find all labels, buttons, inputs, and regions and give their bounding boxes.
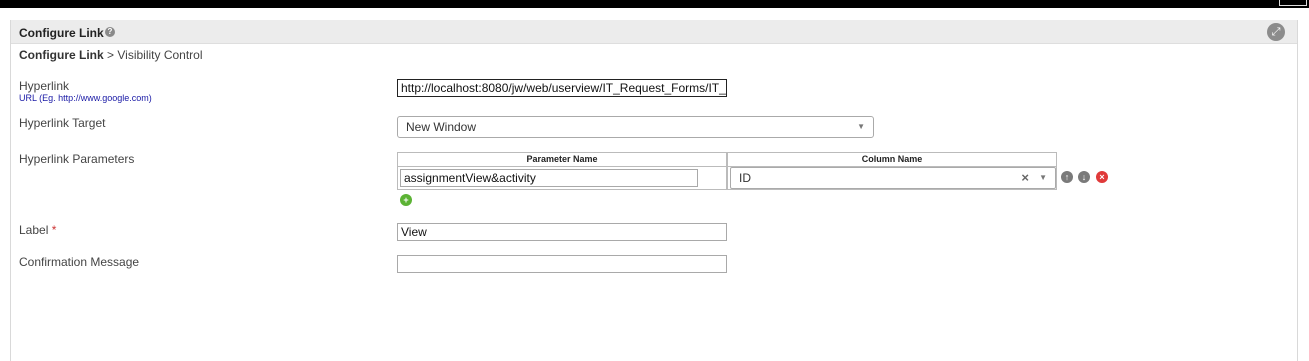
- question-icon[interactable]: ?: [105, 27, 115, 37]
- column-name-value: ID: [739, 171, 751, 185]
- parameter-name-header: Parameter Name: [397, 152, 727, 166]
- plus-circle-icon[interactable]: +: [400, 194, 412, 206]
- label-input[interactable]: View: [397, 223, 727, 241]
- hyperlink-target-select[interactable]: New Window ▼: [397, 116, 874, 138]
- breadcrumb: Configure Link > Visibility Control: [19, 48, 203, 62]
- breadcrumb-current: Configure Link: [19, 48, 104, 62]
- confirmation-message-label: Confirmation Message: [19, 255, 140, 269]
- breadcrumb-separator: >: [107, 48, 115, 62]
- hyperlink-label: Hyperlink: [19, 79, 70, 93]
- parameter-cell: assignmentView&activity: [397, 166, 727, 190]
- parameter-name-input[interactable]: assignmentView&activity: [400, 169, 698, 187]
- panel-title: Configure Link: [19, 26, 104, 40]
- hyperlink-hint: URL (Eg. http://www.google.com): [19, 93, 152, 103]
- hyperlink-input[interactable]: http://localhost:8080/jw/web/userview/IT…: [397, 79, 727, 97]
- configure-link-panel: Configure Link ? ⤢ Configure Link > Visi…: [10, 20, 1298, 361]
- column-name-select[interactable]: ID × ▼: [730, 167, 1056, 189]
- label-field-label: Label *: [19, 223, 56, 237]
- hyperlink-target-label: Hyperlink Target: [19, 116, 106, 130]
- label-field-text: Label: [19, 223, 49, 237]
- chevron-down-icon: ▼: [1039, 173, 1047, 182]
- chevron-down-icon: ▼: [857, 122, 865, 131]
- column-cell: ID × ▼: [727, 166, 1057, 190]
- delete-icon[interactable]: ×: [1096, 171, 1108, 183]
- expand-icon[interactable]: ⤢: [1267, 23, 1285, 41]
- clear-icon[interactable]: ×: [1021, 168, 1029, 188]
- hyperlink-target-value: New Window: [406, 120, 477, 134]
- move-down-icon[interactable]: ↓: [1078, 171, 1090, 183]
- breadcrumb-sub: Visibility Control: [117, 48, 203, 62]
- column-name-header: Column Name: [727, 152, 1057, 166]
- window-top-bar: [0, 0, 1309, 8]
- hyperlink-parameters-label: Hyperlink Parameters: [19, 152, 135, 166]
- required-mark: *: [51, 223, 57, 237]
- confirmation-message-input[interactable]: [397, 255, 727, 273]
- move-up-icon[interactable]: ↑: [1061, 171, 1073, 183]
- panel-header: Configure Link ? ⤢: [11, 20, 1297, 44]
- window-corner-control: [1279, 0, 1307, 6]
